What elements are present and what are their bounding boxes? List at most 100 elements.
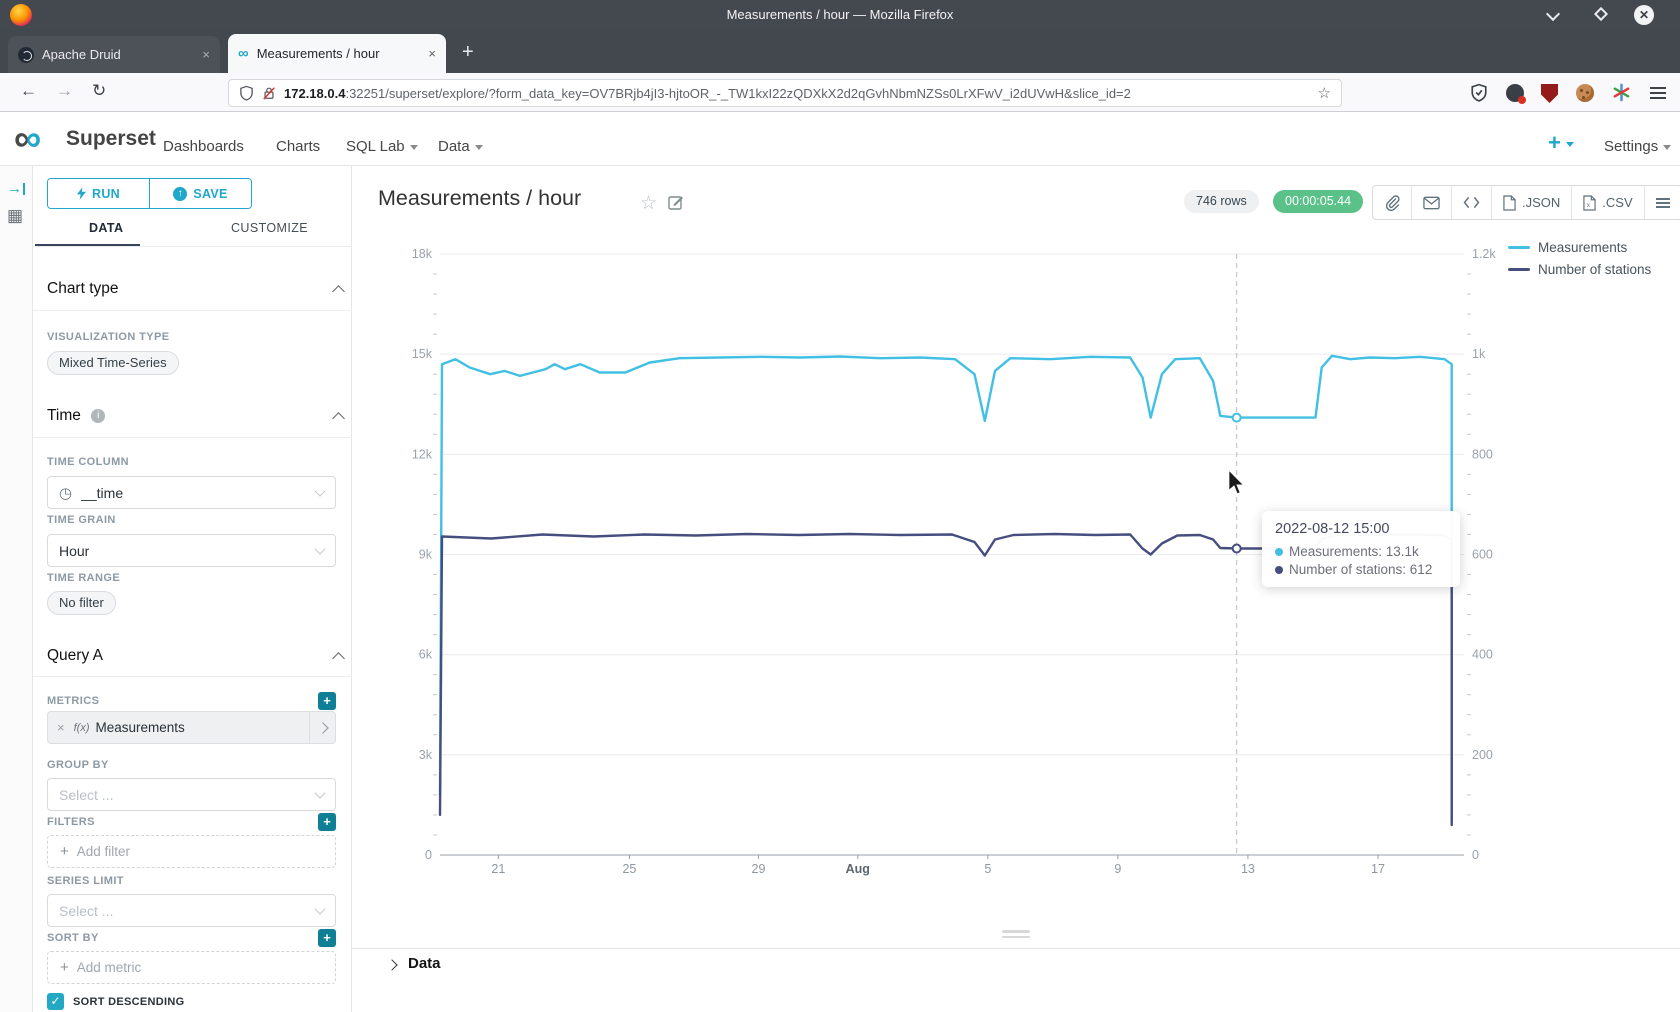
menu-icon [1656, 198, 1670, 208]
forward-button[interactable]: → [56, 81, 73, 101]
svg-text:9: 9 [1114, 862, 1121, 876]
cookie-icon[interactable] [1576, 84, 1596, 104]
time-column-select[interactable]: ◷ __time [47, 476, 336, 509]
legend-item-stations[interactable]: Number of stations [1508, 262, 1651, 277]
panel-resize-handle[interactable] [1002, 930, 1030, 941]
series-limit-select[interactable]: Select ... [47, 894, 336, 927]
group-by-select[interactable]: Select ... [47, 778, 336, 811]
add-sort-metric-button[interactable]: + [318, 929, 336, 947]
tab-apache-druid[interactable]: Apache Druid × [8, 36, 220, 73]
export-csv-button[interactable]: x .CSV [1572, 186, 1644, 219]
chevron-down-icon [1566, 142, 1574, 147]
embed-code-button[interactable] [1452, 186, 1492, 219]
minimize-icon[interactable] [1548, 9, 1558, 19]
add-metric-button[interactable]: + [318, 692, 336, 710]
window-titlebar: Measurements / hour — Mozilla Firefox ✕ [0, 0, 1680, 30]
svg-text:400: 400 [1472, 648, 1493, 662]
time-range-pill[interactable]: No filter [47, 591, 116, 615]
chevron-right-icon[interactable] [386, 959, 397, 970]
add-filter-button[interactable]: + [318, 813, 336, 831]
new-tab-button[interactable]: + [462, 42, 474, 62]
timeseries-chart[interactable]: 18k1.2k15k1k12k8009k6006k4003k2000021252… [352, 230, 1680, 948]
insecure-lock-icon[interactable] [262, 85, 276, 101]
extension-mask-icon[interactable] [1506, 84, 1526, 104]
run-button[interactable]: RUN [48, 179, 149, 208]
save-label: SAVE [193, 187, 227, 201]
legend-swatch [1508, 246, 1530, 250]
viz-type-pill[interactable]: Mixed Time-Series [47, 351, 179, 375]
sort-by-label: SORT BY [47, 932, 99, 944]
superset-logo-icon[interactable]: ∞ [14, 120, 41, 158]
nav-item-data[interactable]: Data [438, 138, 483, 155]
chevron-down-icon [314, 543, 325, 554]
sort-descending-checkbox[interactable]: ✓ [47, 993, 64, 1010]
save-button[interactable]: ↑ SAVE [150, 179, 251, 208]
time-title: Time [47, 407, 81, 424]
chart-menu-button[interactable] [1645, 186, 1680, 219]
plus-icon: + [60, 959, 69, 976]
tab-measurements-hour[interactable]: ∞ Measurements / hour × [228, 34, 446, 73]
tab-data[interactable]: DATA [89, 221, 123, 235]
add-filter-dropzone[interactable]: + Add filter [47, 835, 336, 868]
metric-expand[interactable] [309, 712, 335, 743]
tab-close-icon[interactable]: × [422, 46, 436, 61]
svg-text:0: 0 [1472, 848, 1479, 862]
extension-shield-icon[interactable] [1470, 83, 1490, 103]
time-column-label: TIME COLUMN [47, 456, 129, 468]
chevron-down-icon [410, 145, 418, 150]
lightning-icon [77, 187, 86, 200]
nav-item-sql-lab[interactable]: SQL Lab [346, 138, 418, 155]
browser-menu-icon[interactable] [1650, 87, 1670, 107]
sort-descending-label: SORT DESCENDING [73, 996, 184, 1008]
section-chart-type[interactable]: Chart type [47, 280, 119, 298]
tab-customize[interactable]: CUSTOMIZE [231, 221, 308, 235]
maximize-icon[interactable] [1596, 9, 1606, 19]
chevron-up-icon[interactable] [332, 412, 345, 425]
copy-link-button[interactable] [1373, 186, 1412, 219]
tab-close-icon[interactable]: × [196, 47, 210, 62]
tooltip-value: Measurements: 13.1k [1289, 544, 1419, 559]
collapse-panel-icon[interactable]: → [7, 180, 25, 197]
nav-item-charts[interactable]: Charts [276, 138, 320, 155]
metric-chip[interactable]: × f(x) Measurements [47, 711, 336, 744]
chevron-up-icon[interactable] [332, 285, 345, 298]
add-sort-metric-dropzone[interactable]: + Add metric [47, 951, 336, 984]
superset-brand[interactable]: Superset [66, 127, 156, 151]
close-window-icon[interactable]: ✕ [1634, 5, 1654, 25]
svg-text:17: 17 [1371, 862, 1385, 876]
chevron-up-icon[interactable] [332, 652, 345, 665]
settings-menu[interactable]: Settings [1604, 138, 1671, 155]
legend-item-measurements[interactable]: Measurements [1508, 240, 1627, 255]
tracking-shield-icon[interactable] [239, 85, 254, 101]
new-chart-button[interactable]: + [1548, 130, 1574, 156]
url-host: 172.18.0.4 [284, 86, 345, 101]
svg-text:12k: 12k [412, 447, 433, 461]
time-grain-select[interactable]: Hour [47, 534, 336, 567]
svg-text:21: 21 [491, 862, 505, 876]
url-bar[interactable]: 172.18.0.4:32251/superset/explore/?form_… [228, 79, 1342, 107]
edit-title-icon[interactable] [668, 194, 684, 215]
svg-text:1k: 1k [1472, 347, 1486, 361]
group-by-label: GROUP BY [47, 759, 109, 771]
back-button[interactable]: ← [20, 81, 37, 101]
svg-text:5: 5 [984, 862, 991, 876]
url-text[interactable]: 172.18.0.4:32251/superset/explore/?form_… [284, 86, 1318, 101]
section-time[interactable]: Time i [47, 407, 105, 425]
data-panel-title[interactable]: Data [408, 955, 441, 972]
nav-item-label: SQL Lab [346, 138, 405, 155]
ublock-icon[interactable] [1541, 84, 1561, 104]
export-json-button[interactable]: .JSON [1492, 186, 1572, 219]
nav-item-dashboards[interactable]: Dashboards [163, 138, 244, 155]
remove-metric-icon[interactable]: × [48, 720, 74, 735]
time-grain-label: TIME GRAIN [47, 514, 116, 526]
favorite-star-icon[interactable]: ☆ [640, 192, 657, 215]
bookmark-star-icon[interactable]: ☆ [1318, 84, 1331, 102]
extension-asterisk-icon[interactable] [1612, 83, 1632, 103]
email-button[interactable] [1412, 186, 1452, 219]
reload-button[interactable]: ↻ [92, 81, 106, 101]
dataset-grid-icon[interactable]: ▦ [7, 206, 23, 226]
query-timer-badge: 00:00:05.44 [1273, 190, 1363, 213]
metrics-label: METRICS [47, 695, 99, 707]
series-dot [1275, 548, 1283, 556]
section-query-a[interactable]: Query A [47, 647, 103, 665]
